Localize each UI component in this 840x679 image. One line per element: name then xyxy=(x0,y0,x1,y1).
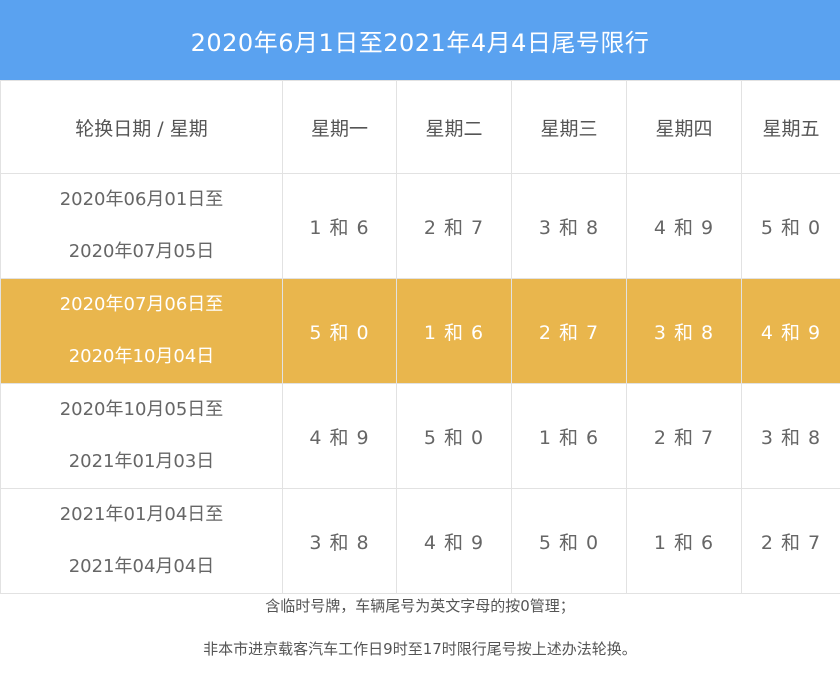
plate-cell-thursday: 1 和 6 xyxy=(626,488,742,594)
period-end: 2020年07月05日 xyxy=(68,241,215,262)
plate-cell-tuesday: 4 和 9 xyxy=(396,488,512,594)
period-end: 2020年10月04日 xyxy=(68,346,215,367)
plate-cell-tuesday: 5 和 0 xyxy=(396,383,512,489)
period-cell: 2020年07月06日至 2020年10月04日 xyxy=(0,278,283,384)
period-cell: 2021年01月04日至 2021年04月04日 xyxy=(0,488,283,594)
restriction-table: 轮换日期 / 星期 星期一 星期二 星期三 星期四 星期五 2020年06月01… xyxy=(0,80,840,594)
plate-cell-tuesday: 1 和 6 xyxy=(396,278,512,384)
note-temporary-plates: 含临时号牌，车辆尾号为英文字母的按0管理； xyxy=(265,597,575,615)
period-cell: 2020年06月01日至 2020年07月05日 xyxy=(0,173,283,279)
plate-cell-wednesday: 5 和 0 xyxy=(511,488,627,594)
plate-cell-tuesday: 2 和 7 xyxy=(396,173,512,279)
plate-cell-monday: 1 和 6 xyxy=(282,173,397,279)
table-row: 2021年01月04日至 2021年04月04日 3 和 8 4 和 9 5 和… xyxy=(0,488,840,594)
page-title: 2020年6月1日至2021年4月4日尾号限行 xyxy=(0,0,840,80)
plate-cell-monday: 3 和 8 xyxy=(282,488,397,594)
plate-cell-wednesday: 2 和 7 xyxy=(511,278,627,384)
table-row-highlighted: 2020年07月06日至 2020年10月04日 5 和 0 1 和 6 2 和… xyxy=(0,278,840,384)
plate-cell-wednesday: 1 和 6 xyxy=(511,383,627,489)
plate-cell-thursday: 3 和 8 xyxy=(626,278,742,384)
header-friday: 星期五 xyxy=(741,80,840,174)
period-start: 2020年07月06日至 xyxy=(59,294,224,315)
plate-cell-monday: 5 和 0 xyxy=(282,278,397,384)
notes-section: 含临时号牌，车辆尾号为英文字母的按0管理； 非本市进京载客汽车工作日9时至17时… xyxy=(0,582,840,679)
header-thursday: 星期四 xyxy=(626,80,742,174)
header-monday: 星期一 xyxy=(282,80,397,174)
page: 2020年6月1日至2021年4月4日尾号限行 轮换日期 / 星期 星期一 星期… xyxy=(0,0,840,679)
period-start: 2020年06月01日至 xyxy=(59,189,224,210)
header-period: 轮换日期 / 星期 xyxy=(0,80,283,174)
plate-cell-monday: 4 和 9 xyxy=(282,383,397,489)
table-header-row: 轮换日期 / 星期 星期一 星期二 星期三 星期四 星期五 xyxy=(0,80,840,174)
plate-cell-friday: 4 和 9 xyxy=(741,278,840,384)
plate-cell-friday: 5 和 0 xyxy=(741,173,840,279)
plate-cell-friday: 2 和 7 xyxy=(741,488,840,594)
period-start: 2020年10月05日至 xyxy=(59,399,224,420)
note-non-local-vehicles: 非本市进京载客汽车工作日9时至17时限行尾号按上述办法轮换。 xyxy=(203,640,637,658)
plate-cell-friday: 3 和 8 xyxy=(741,383,840,489)
period-end: 2021年01月03日 xyxy=(68,451,215,472)
plate-cell-thursday: 2 和 7 xyxy=(626,383,742,489)
plate-cell-thursday: 4 和 9 xyxy=(626,173,742,279)
period-start: 2021年01月04日至 xyxy=(59,504,224,525)
header-wednesday: 星期三 xyxy=(511,80,627,174)
period-cell: 2020年10月05日至 2021年01月03日 xyxy=(0,383,283,489)
header-tuesday: 星期二 xyxy=(396,80,512,174)
table-row: 2020年06月01日至 2020年07月05日 1 和 6 2 和 7 3 和… xyxy=(0,173,840,279)
plate-cell-wednesday: 3 和 8 xyxy=(511,173,627,279)
table-row: 2020年10月05日至 2021年01月03日 4 和 9 5 和 0 1 和… xyxy=(0,383,840,489)
